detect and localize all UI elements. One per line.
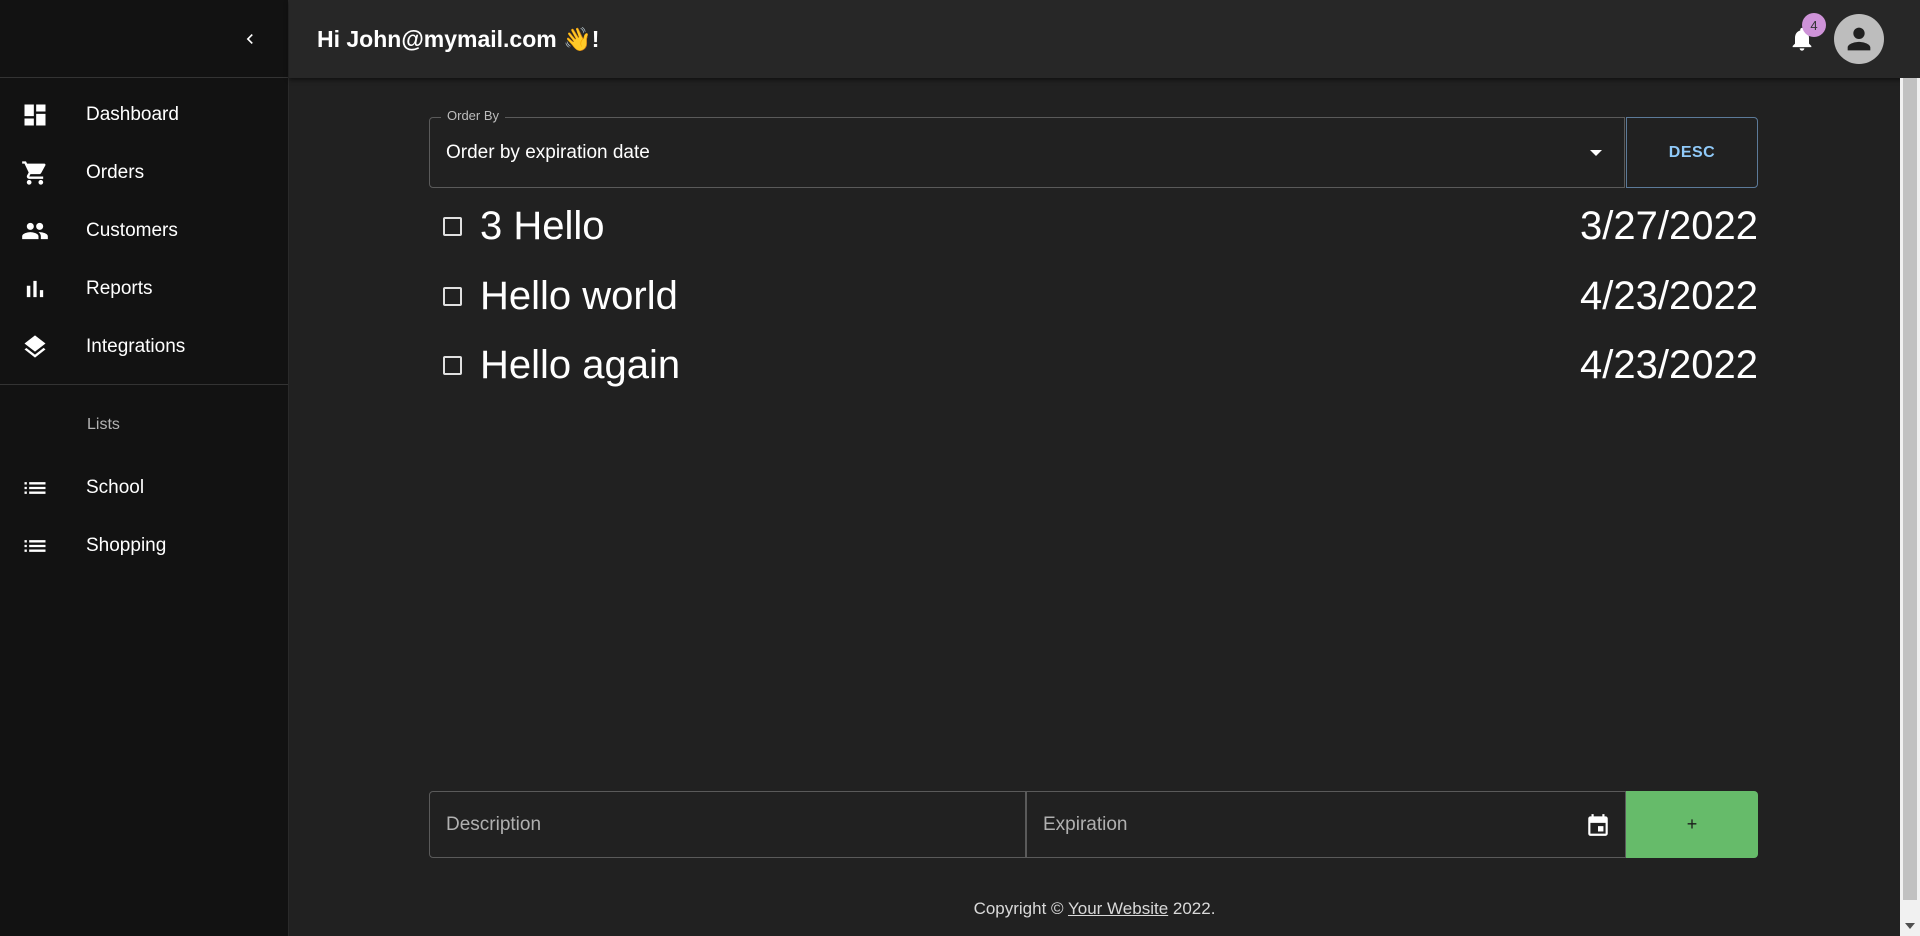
todo-item: Hello world 4/23/2022 xyxy=(443,268,1758,324)
lists-nav: School Shopping xyxy=(0,459,288,575)
list-icon xyxy=(18,529,52,563)
todo-date: 4/23/2022 xyxy=(1580,273,1758,318)
order-by-select[interactable]: Order By Order by expiration date xyxy=(429,108,1625,188)
dashboard-icon xyxy=(18,98,52,132)
order-by-label: Order By xyxy=(441,108,506,123)
chevron-left-icon xyxy=(246,33,253,44)
footer: Copyright © Your Website 2022. xyxy=(289,899,1900,919)
sidebar-item-shopping[interactable]: Shopping xyxy=(0,517,288,575)
arrow-down-icon xyxy=(1905,923,1915,929)
sidebar-item-customers[interactable]: Customers xyxy=(0,202,288,260)
sidebar-item-label: Orders xyxy=(86,162,145,183)
collapse-sidebar-button[interactable] xyxy=(236,25,264,53)
sidebar-item-label: School xyxy=(86,477,145,498)
website-link[interactable]: Your Website xyxy=(1068,899,1168,918)
sidebar-item-label: Shopping xyxy=(86,535,167,556)
header-actions: 4 xyxy=(1782,0,1884,78)
notification-badge: 4 xyxy=(1802,13,1826,37)
scroll-down-button[interactable] xyxy=(1900,916,1920,936)
sidebar-item-label: Integrations xyxy=(86,336,186,357)
expiration-field xyxy=(1026,791,1626,858)
app-header: Hi John@mymail.com 👋! 4 xyxy=(289,0,1920,78)
sidebar-item-integrations[interactable]: Integrations xyxy=(0,318,288,376)
dropdown-arrow-icon xyxy=(1588,146,1604,164)
sidebar-item-label: Dashboard xyxy=(86,104,179,125)
sidebar-item-dashboard[interactable]: Dashboard xyxy=(0,86,288,144)
todo-text: Hello world xyxy=(480,273,678,318)
sidebar-toolbar xyxy=(0,0,288,78)
sidebar-item-label: Reports xyxy=(86,278,153,299)
expiration-input[interactable] xyxy=(1027,792,1625,857)
cart-icon xyxy=(18,156,52,190)
sidebar: Dashboard Orders Customers Reports Integ… xyxy=(0,0,289,936)
lists-subheader: Lists xyxy=(87,416,120,433)
todo-checkbox[interactable] xyxy=(443,355,462,375)
copyright-suffix: 2022. xyxy=(1168,899,1216,918)
order-by-value: Order by expiration date xyxy=(446,142,650,163)
todo-date: 4/23/2022 xyxy=(1580,342,1758,387)
person-icon xyxy=(1847,27,1871,51)
todo-item: Hello again 4/23/2022 xyxy=(443,337,1758,393)
todo-text: 3 Hello xyxy=(480,203,605,248)
todo-item: 3 Hello 3/27/2022 xyxy=(443,198,1758,254)
copyright-prefix: Copyright © xyxy=(973,899,1068,918)
sidebar-item-school[interactable]: School xyxy=(0,459,288,517)
calendar-icon[interactable] xyxy=(1585,812,1611,843)
people-icon xyxy=(18,214,52,248)
todo-checkbox[interactable] xyxy=(443,286,462,306)
bar-chart-icon xyxy=(18,272,52,306)
todo-checkbox[interactable] xyxy=(443,216,462,236)
avatar[interactable] xyxy=(1834,14,1884,64)
sidebar-item-orders[interactable]: Orders xyxy=(0,144,288,202)
page-scrollbar[interactable] xyxy=(1900,78,1920,936)
todo-date: 3/27/2022 xyxy=(1580,203,1758,248)
layers-icon xyxy=(18,330,52,364)
add-todo-button[interactable]: + xyxy=(1626,791,1758,858)
description-input[interactable] xyxy=(429,791,1026,858)
greeting-text: Hi John@mymail.com 👋! xyxy=(317,25,600,52)
todo-text: Hello again xyxy=(480,342,681,387)
list-icon xyxy=(18,471,52,505)
notifications-button[interactable]: 4 xyxy=(1782,13,1826,59)
sort-direction-button[interactable]: DESC xyxy=(1626,117,1758,188)
sidebar-item-label: Customers xyxy=(86,220,178,241)
scrollbar-thumb[interactable] xyxy=(1903,78,1917,900)
main-nav: Dashboard Orders Customers Reports Integ… xyxy=(0,78,288,376)
sidebar-item-reports[interactable]: Reports xyxy=(0,260,288,318)
